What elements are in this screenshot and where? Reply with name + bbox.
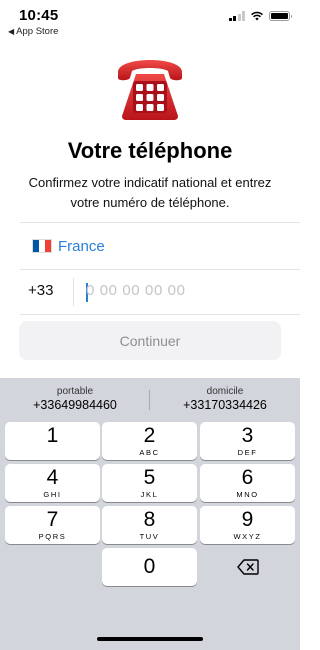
key-letters: TUV (139, 532, 160, 541)
delete-key[interactable] (200, 548, 295, 586)
key-2[interactable]: 2 ABC (102, 422, 197, 460)
key-letters: ABC (139, 448, 160, 457)
key-letters: PQRS (38, 532, 67, 541)
back-app-label: App Store (16, 26, 59, 37)
suggestion-number: +33649984460 (33, 398, 117, 412)
key-letters: MNO (236, 490, 259, 499)
status-bar: 10:45 ◀ App Store (0, 0, 300, 38)
france-flag-icon (32, 239, 52, 253)
suggestion-label: domicile (206, 386, 244, 397)
key-digit: 7 (46, 508, 59, 531)
key-8[interactable]: 8 TUV (102, 506, 197, 544)
divider-bottom (20, 314, 300, 315)
telephone-icon (118, 60, 182, 120)
key-digit: 0 (143, 555, 156, 578)
key-letters: GHI (43, 490, 62, 499)
key-4[interactable]: 4 GHI (5, 464, 100, 502)
key-digit: 8 (143, 508, 156, 531)
key-letters: DEF (237, 448, 258, 457)
country-selector[interactable]: France (0, 224, 300, 268)
key-7[interactable]: 7 PQRS (5, 506, 100, 544)
phone-number-row: +33 (0, 270, 300, 314)
key-1[interactable]: 1 (5, 422, 100, 460)
suggestion-label: portable (56, 386, 94, 397)
key-3[interactable]: 3 DEF (200, 422, 295, 460)
suggestion-number: +33170334426 (183, 398, 267, 412)
back-to-app-store[interactable]: ◀ App Store (8, 26, 58, 37)
page-subtitle: Confirmez votre indicatif national et en… (28, 175, 272, 210)
home-indicator (97, 637, 203, 641)
key-9[interactable]: 9 WXYZ (200, 506, 295, 544)
number-suggestions: portable +33649984460 domicile +33170334… (0, 378, 300, 419)
key-digit: 5 (143, 466, 156, 489)
key-digit: 9 (241, 508, 254, 531)
key-5[interactable]: 5 JKL (102, 464, 197, 502)
key-letters: WXYZ (233, 532, 262, 541)
backspace-icon (236, 559, 259, 575)
status-time: 10:45 (19, 7, 59, 24)
suggestion-domicile[interactable]: domicile +33170334426 (150, 386, 300, 413)
numeric-keyboard: portable +33649984460 domicile +33170334… (0, 378, 300, 650)
key-digit: 4 (46, 466, 59, 489)
code-separator (73, 278, 74, 306)
key-digit: 2 (143, 424, 156, 447)
system-icons (228, 11, 292, 21)
key-letters: JKL (140, 490, 159, 499)
key-digit: 3 (241, 424, 254, 447)
page-title: Votre téléphone (67, 138, 233, 163)
back-triangle-icon: ◀ (8, 27, 15, 36)
country-code[interactable]: +33 (28, 282, 53, 299)
key-digit: 6 (241, 466, 254, 489)
continue-button[interactable]: Continuer (19, 321, 281, 360)
divider-top (20, 222, 300, 223)
battery-icon (269, 11, 292, 21)
wifi-icon (251, 11, 263, 21)
cellular-signal-icon (228, 11, 245, 21)
country-name: France (58, 237, 105, 255)
key-0[interactable]: 0 (102, 548, 197, 586)
suggestion-portable[interactable]: portable +33649984460 (0, 386, 150, 413)
phone-number-input[interactable] (86, 282, 276, 299)
key-digit: 1 (46, 424, 59, 447)
key-6[interactable]: 6 MNO (200, 464, 295, 502)
